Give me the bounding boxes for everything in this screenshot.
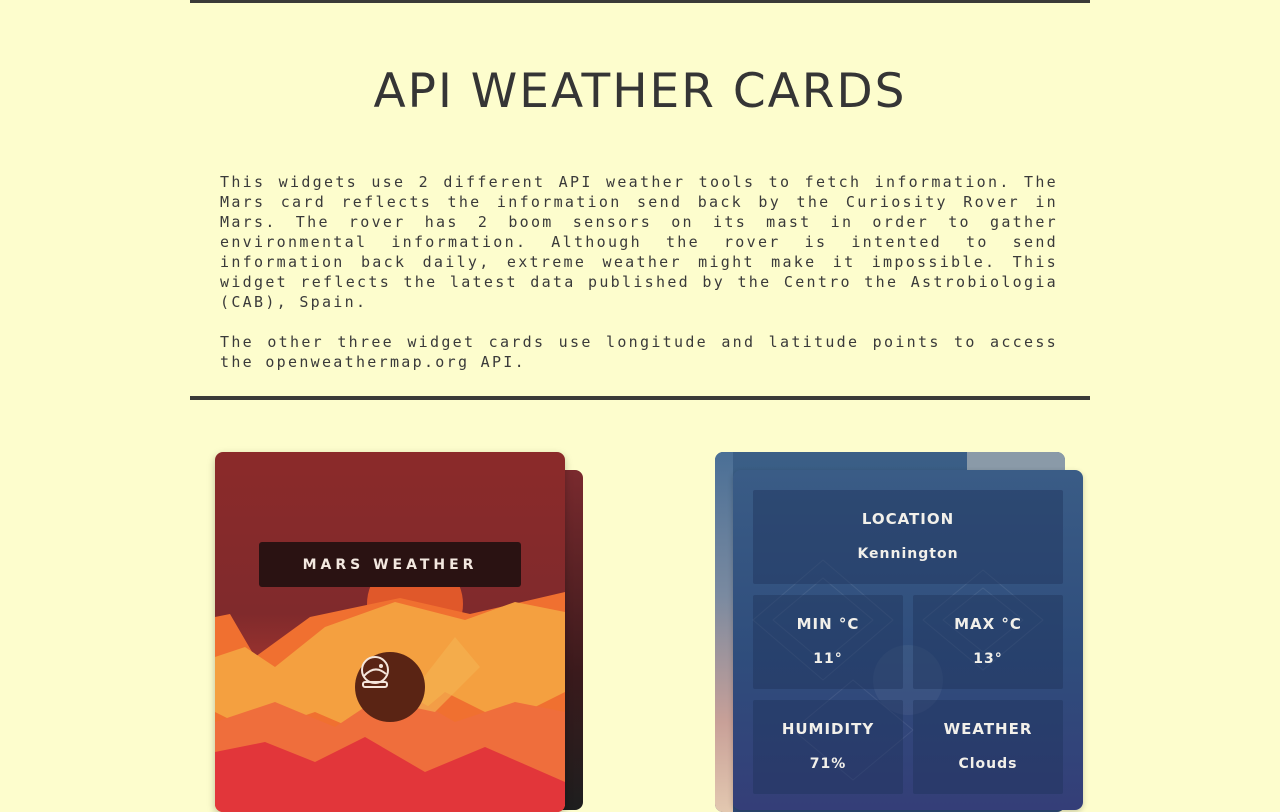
max-temp-cell: MAX °C 13° xyxy=(913,595,1063,689)
page-title: API WEATHER CARDS xyxy=(373,64,907,119)
max-temp-label: MAX °C xyxy=(954,615,1022,633)
mars-weather-label: MARS WEATHER xyxy=(259,542,521,587)
mars-landscape-illustration xyxy=(215,556,565,812)
intro-paragraph-2: The other three widget cards use longitu… xyxy=(220,333,1058,371)
intro-text: This widgets use 2 different API weather… xyxy=(220,172,1058,392)
top-divider xyxy=(190,0,1090,3)
weather-condition-value: Clouds xyxy=(958,756,1018,772)
earth-weather-card[interactable]: LOCATION Kennington MIN °C 11° MAX °C 13… xyxy=(733,470,1083,810)
max-temp-value: 13° xyxy=(973,651,1003,667)
location-label: LOCATION xyxy=(861,510,955,528)
astronaut-helmet-icon xyxy=(361,656,389,688)
min-temp-cell: MIN °C 11° xyxy=(753,595,903,689)
intro-paragraph-1: This widgets use 2 different API weather… xyxy=(220,173,1058,311)
location-cell: LOCATION Kennington xyxy=(753,490,1063,584)
humidity-value: 71% xyxy=(809,756,847,772)
astronaut-helmet-button[interactable] xyxy=(355,652,425,722)
min-temp-value: 11° xyxy=(813,651,843,667)
location-value: Kennington xyxy=(857,546,959,562)
mars-weather-card[interactable]: MARS WEATHER xyxy=(215,452,565,812)
humidity-label: HUMIDITY xyxy=(781,720,875,738)
min-temp-label: MIN °C xyxy=(796,615,860,633)
humidity-cell: HUMIDITY 71% xyxy=(753,700,903,794)
weather-condition-label: WEATHER xyxy=(943,720,1033,738)
weather-condition-cell: WEATHER Clouds xyxy=(913,700,1063,794)
section-divider xyxy=(190,396,1090,400)
